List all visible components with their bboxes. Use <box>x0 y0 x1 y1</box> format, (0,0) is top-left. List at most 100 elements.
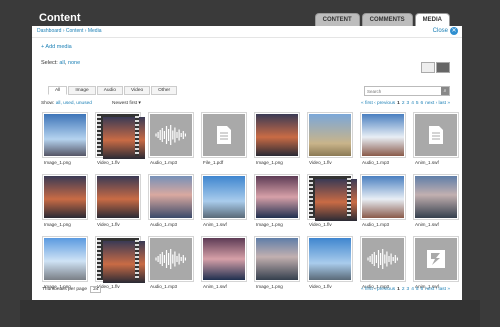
media-thumbnail[interactable] <box>254 174 300 220</box>
media-thumbnail[interactable] <box>413 236 459 282</box>
image-preview <box>309 238 351 280</box>
search-input[interactable] <box>365 87 441 95</box>
image-preview <box>362 176 404 218</box>
chevron-down-icon: ▾ <box>138 101 141 106</box>
media-caption: Audio_1.mp3 <box>150 160 178 165</box>
grid-view-icon[interactable] <box>436 62 450 73</box>
image-preview <box>256 176 298 218</box>
show-options[interactable]: all, used, unused <box>56 101 92 106</box>
select-none-link[interactable]: none <box>68 60 80 66</box>
media-item[interactable]: Audio_1.mp3 <box>148 236 199 295</box>
media-thumbnail[interactable] <box>413 174 459 220</box>
media-item[interactable]: Image_1.png <box>254 236 305 295</box>
media-item[interactable]: Image_1.png <box>42 112 93 171</box>
media-thumbnail[interactable] <box>201 236 247 282</box>
media-item[interactable]: Video_1.flv <box>307 112 358 171</box>
filter-tab-audio[interactable]: Audio <box>96 86 123 95</box>
media-thumbnail[interactable] <box>42 174 88 220</box>
media-thumbnail[interactable] <box>148 112 194 158</box>
pager-next[interactable]: next › last » <box>425 101 450 106</box>
list-view-icon[interactable] <box>421 62 435 73</box>
pager-page[interactable]: 1 <box>397 101 400 106</box>
media-thumbnail[interactable] <box>360 112 406 158</box>
filter-tab-other[interactable]: Other <box>151 86 178 95</box>
media-item[interactable]: Video_1.flv <box>307 236 358 295</box>
pager-page[interactable]: 2 <box>402 287 405 292</box>
media-item[interactable]: Audio_1.mp3 <box>148 112 199 171</box>
media-thumbnail[interactable] <box>95 112 145 159</box>
add-media-link[interactable]: + Add media <box>41 44 72 50</box>
media-thumbnail[interactable] <box>148 174 194 220</box>
filter-tab-all[interactable]: All <box>48 86 68 95</box>
media-item[interactable]: Anim_1.swf <box>201 236 252 295</box>
divider <box>32 37 462 38</box>
image-preview <box>150 176 192 218</box>
media-item[interactable]: Video_1.flv <box>95 112 146 171</box>
pager-page[interactable]: 5 <box>416 287 419 292</box>
media-thumbnail[interactable] <box>307 112 353 158</box>
pager-page[interactable]: 5 <box>416 101 419 106</box>
tab-media[interactable]: MEDIA <box>414 13 450 27</box>
tab-comments[interactable]: COMMENTS <box>361 13 413 27</box>
video-icon <box>309 176 357 221</box>
media-thumbnail[interactable] <box>201 174 247 220</box>
page-title: Content <box>39 12 81 24</box>
select-all-link[interactable]: all <box>59 60 65 66</box>
media-item[interactable]: Video_1.flv <box>95 236 146 295</box>
pager-page[interactable]: 6 <box>421 287 424 292</box>
pager-next[interactable]: next › last » <box>425 287 450 292</box>
media-caption: Anim_1.swf <box>415 222 439 227</box>
pager-page[interactable]: 2 <box>402 101 405 106</box>
media-thumbnail[interactable] <box>413 112 459 158</box>
media-thumbnail[interactable] <box>307 236 353 282</box>
media-thumbnail[interactable] <box>42 112 88 158</box>
pager-page[interactable]: 4 <box>411 287 414 292</box>
media-thumbnail[interactable] <box>360 236 406 282</box>
sort-dropdown[interactable]: Newest first ▾ <box>112 101 141 106</box>
media-thumbnail[interactable] <box>95 236 145 283</box>
media-item[interactable]: Image_1.png <box>254 112 305 171</box>
breadcrumb[interactable]: Dashboard › Content › Media <box>37 28 101 34</box>
close-button[interactable]: Close ✕ <box>433 27 458 35</box>
pager-page[interactable]: 4 <box>411 101 414 106</box>
media-caption: Video_1.flv <box>97 160 120 165</box>
pager-page[interactable]: 3 <box>407 101 410 106</box>
media-thumbnail[interactable] <box>307 174 357 221</box>
media-item[interactable]: Image_1.png <box>42 174 93 233</box>
thumbnails-per-page-input[interactable]: 24 <box>90 286 102 293</box>
pager-page[interactable]: 6 <box>421 101 424 106</box>
media-thumbnail[interactable] <box>95 174 141 220</box>
media-thumbnail[interactable] <box>254 112 300 158</box>
search-icon[interactable]: ⌕ <box>441 87 449 95</box>
media-item[interactable]: Audio_1.mp3 <box>360 174 411 233</box>
main-tabs: CONTENT COMMENTS MEDIA <box>314 13 450 27</box>
media-thumbnail[interactable] <box>360 174 406 220</box>
audio-waveform-icon <box>150 238 192 280</box>
media-thumbnail[interactable] <box>42 236 88 282</box>
media-thumbnail[interactable] <box>254 236 300 282</box>
pager-page[interactable]: 1 <box>397 287 400 292</box>
media-item[interactable]: Anim_1.swf <box>413 174 464 233</box>
media-item[interactable]: Anim_1.swf <box>413 112 464 171</box>
pager-page[interactable]: 3 <box>407 287 410 292</box>
document-icon <box>203 114 245 156</box>
media-item[interactable]: Video_1.flv <box>95 174 146 233</box>
thumbnails-per-page: Thumbnails per page 24 <box>42 286 102 293</box>
pager-prev[interactable]: « first ‹ previous <box>361 101 395 106</box>
media-item[interactable]: Image_1.png <box>254 174 305 233</box>
media-caption: Image_1.png <box>44 160 71 165</box>
filter-tab-video[interactable]: Video <box>123 86 151 95</box>
media-item[interactable]: Audio_1.mp3 <box>360 112 411 171</box>
pager-prev[interactable]: « first ‹ previous <box>361 287 395 292</box>
media-thumbnail[interactable] <box>148 236 194 282</box>
tab-content[interactable]: CONTENT <box>314 13 360 27</box>
media-item[interactable]: Video_1.flv <box>307 174 358 233</box>
media-item[interactable]: Anim_1.swf <box>201 174 252 233</box>
media-thumbnail[interactable] <box>201 112 247 158</box>
filter-tabs: All Image Audio Video Other <box>48 86 178 95</box>
media-caption: Anim_1.swf <box>415 160 439 165</box>
media-item[interactable]: File_1.pdf <box>201 112 252 171</box>
audio-waveform-icon <box>362 238 404 280</box>
media-item[interactable]: Audio_1.mp3 <box>148 174 199 233</box>
filter-tab-image[interactable]: Image <box>68 86 96 95</box>
